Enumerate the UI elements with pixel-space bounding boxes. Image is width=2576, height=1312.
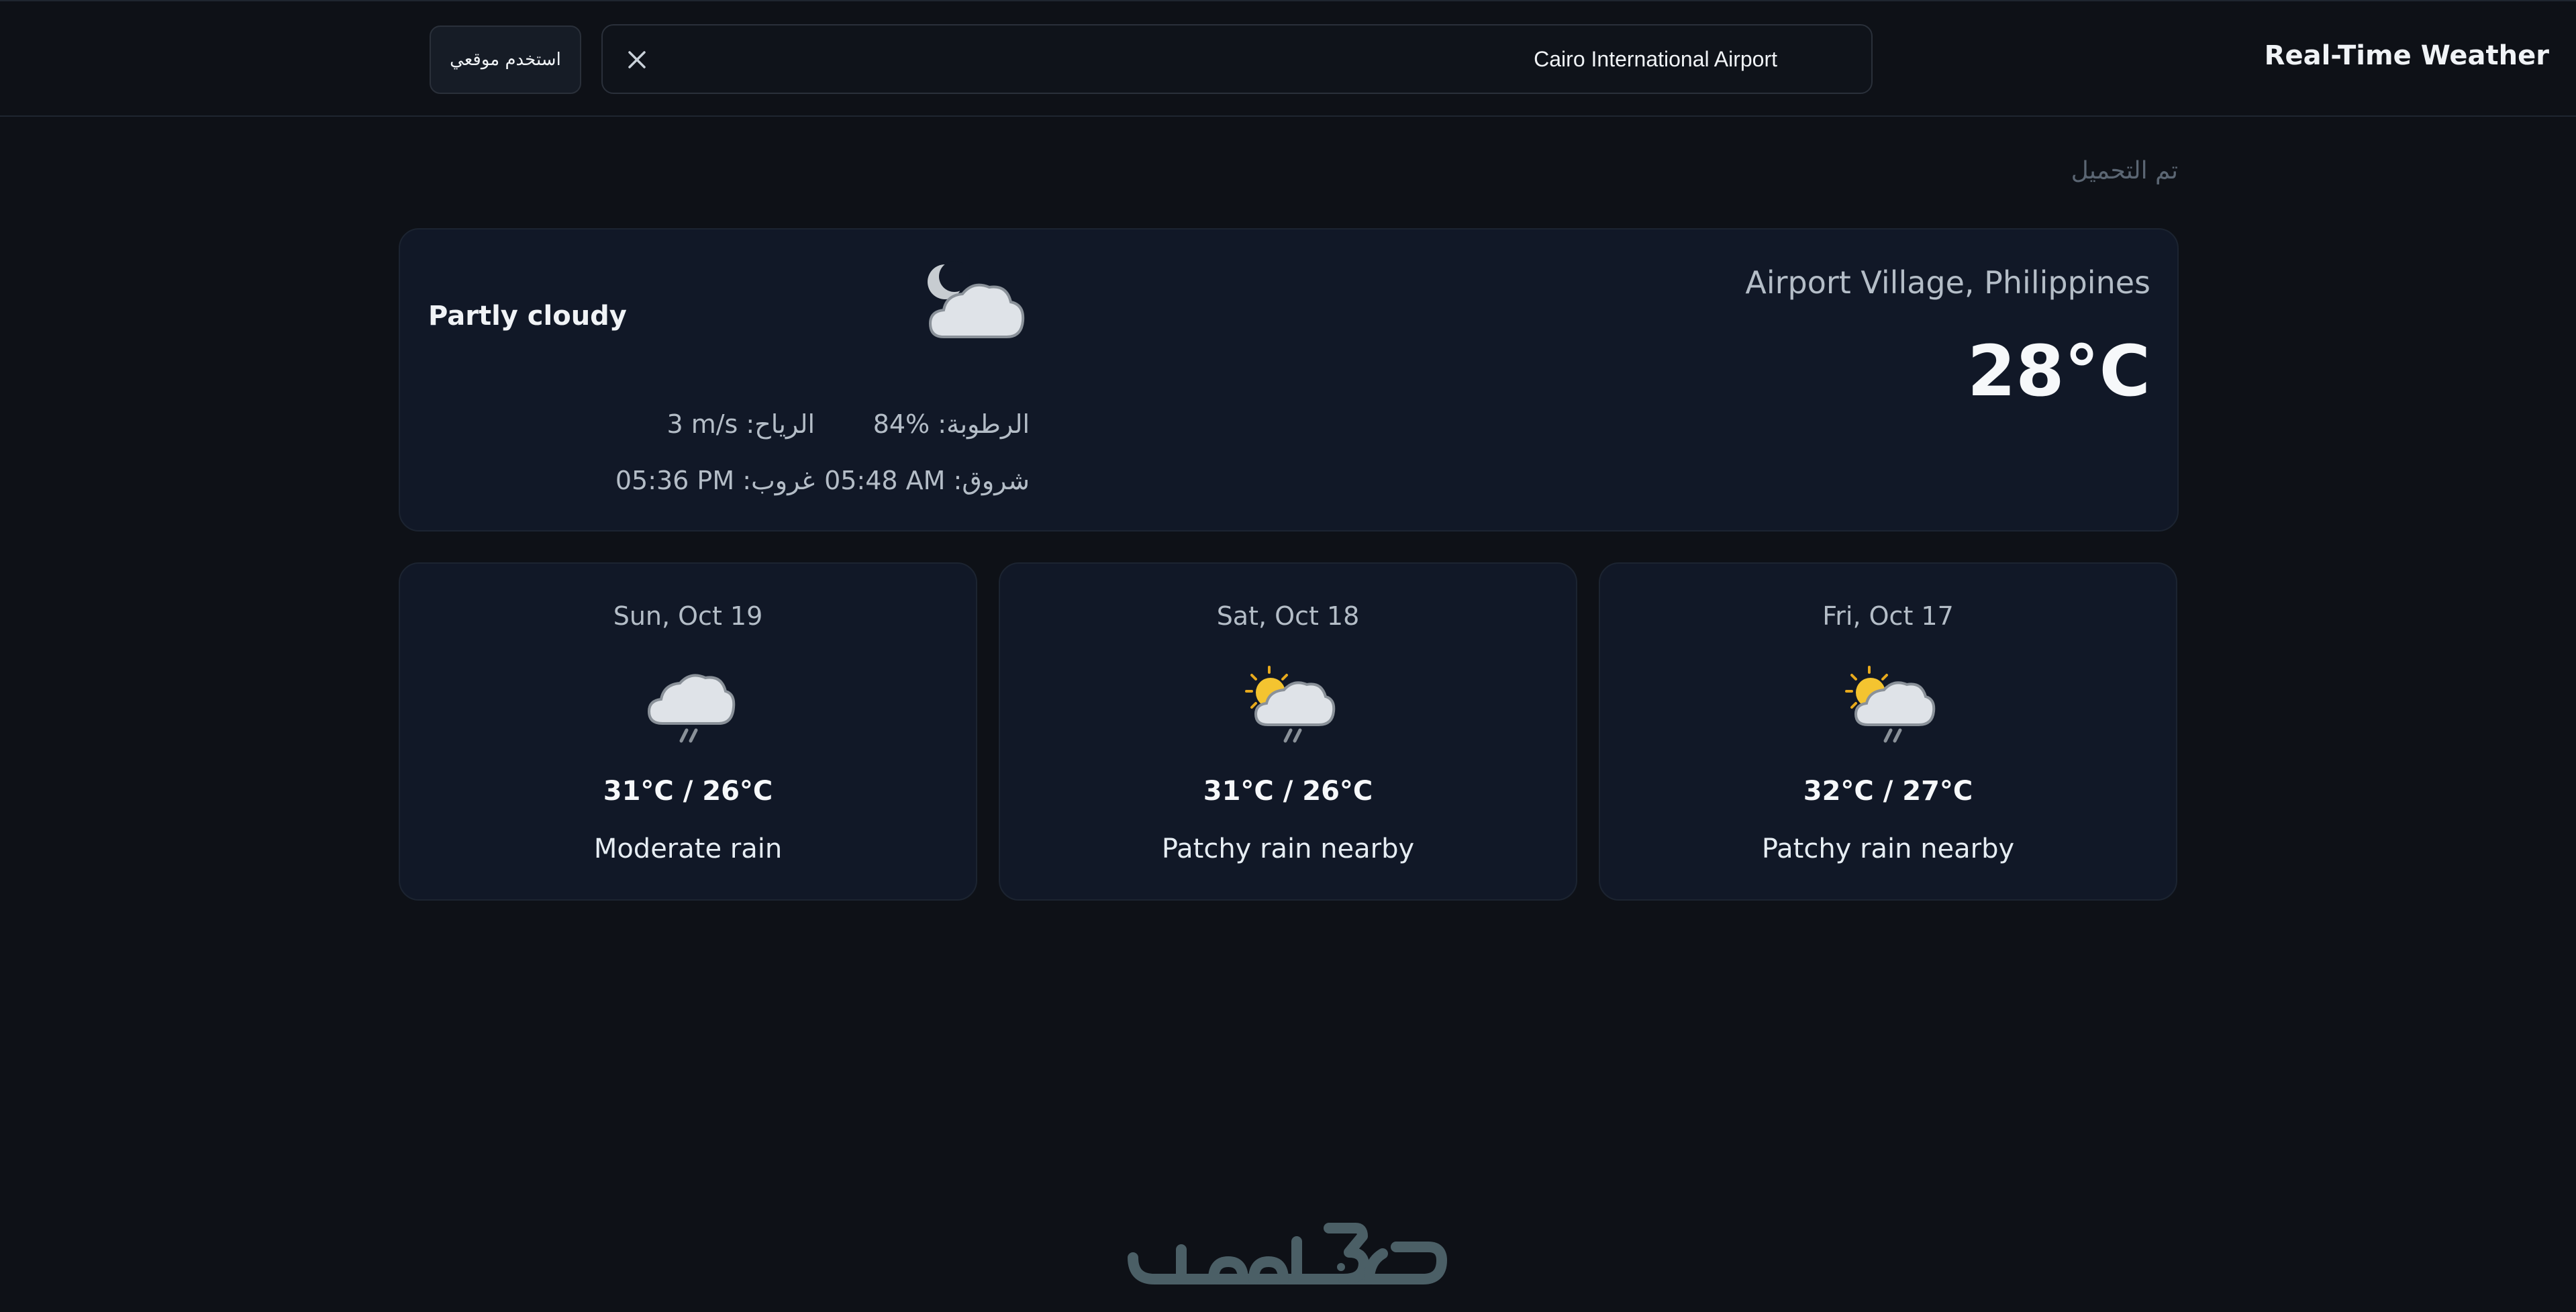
search-box bbox=[601, 24, 1873, 94]
clear-search-icon[interactable] bbox=[620, 43, 654, 77]
partly-cloudy-night-icon bbox=[917, 258, 1031, 352]
sunset-value: 05:36 PM bbox=[615, 466, 735, 495]
forecast-card: Sat, Oct 18 31°C / 26°C Patchy rain near… bbox=[999, 562, 1577, 901]
top-bar: استخدم موقعي Real-Time Weather bbox=[0, 0, 2576, 117]
sun-cloud-rain-icon bbox=[1242, 663, 1336, 746]
app-title: Real-Time Weather bbox=[2264, 40, 2549, 71]
humidity-detail: الرطوبة: 84% bbox=[873, 409, 1030, 439]
sun-cloud-rain-icon bbox=[1842, 663, 1936, 746]
rain-cloud-icon bbox=[642, 663, 736, 746]
khamsat-logo bbox=[1128, 1215, 1450, 1295]
sunset-label: غروب: bbox=[742, 466, 815, 495]
forecast-date: Fri, Oct 17 bbox=[1822, 601, 1954, 631]
forecast-temperature: 31°C / 26°C bbox=[603, 776, 773, 807]
wind-detail: الرياح: 3 m/s bbox=[666, 409, 815, 439]
forecast-card: Sun, Oct 19 31°C / 26°C Moderate rain bbox=[399, 562, 977, 901]
humidity-value: 84% bbox=[873, 409, 930, 439]
sunset-detail: غروب: 05:36 PM bbox=[615, 466, 815, 495]
humidity-label: الرطوبة: bbox=[938, 409, 1030, 439]
current-weather-card: Airport Village, Philippines 28°C Partly… bbox=[399, 228, 2179, 532]
forecast-temperature: 31°C / 26°C bbox=[1203, 776, 1373, 807]
current-condition: Partly cloudy bbox=[428, 301, 627, 332]
sunrise-detail: شروق: 05:48 AM bbox=[824, 466, 1030, 495]
forecast-card: Fri, Oct 17 32°C / 27°C Patchy rain near… bbox=[1599, 562, 2177, 901]
location-search-input[interactable] bbox=[677, 26, 1831, 93]
forecast-date: Sun, Oct 19 bbox=[613, 601, 763, 631]
sunrise-value: 05:48 AM bbox=[824, 466, 946, 495]
wind-value: 3 m/s bbox=[666, 409, 738, 439]
wind-label: الرياح: bbox=[746, 409, 815, 439]
current-temperature: 28°C bbox=[1967, 330, 2150, 412]
forecast-condition: Moderate rain bbox=[593, 834, 783, 864]
location-name: Airport Village, Philippines bbox=[1745, 264, 2150, 301]
forecast-temperature: 32°C / 27°C bbox=[1803, 776, 1973, 807]
use-my-location-button[interactable]: استخدم موقعي bbox=[430, 26, 581, 94]
forecast-condition: Patchy rain nearby bbox=[1761, 834, 2015, 864]
sunrise-label: شروق: bbox=[953, 466, 1030, 495]
forecast-condition: Patchy rain nearby bbox=[1161, 834, 1415, 864]
forecast-date: Sat, Oct 18 bbox=[1216, 601, 1360, 631]
load-status: تم التحميل bbox=[2071, 157, 2178, 185]
